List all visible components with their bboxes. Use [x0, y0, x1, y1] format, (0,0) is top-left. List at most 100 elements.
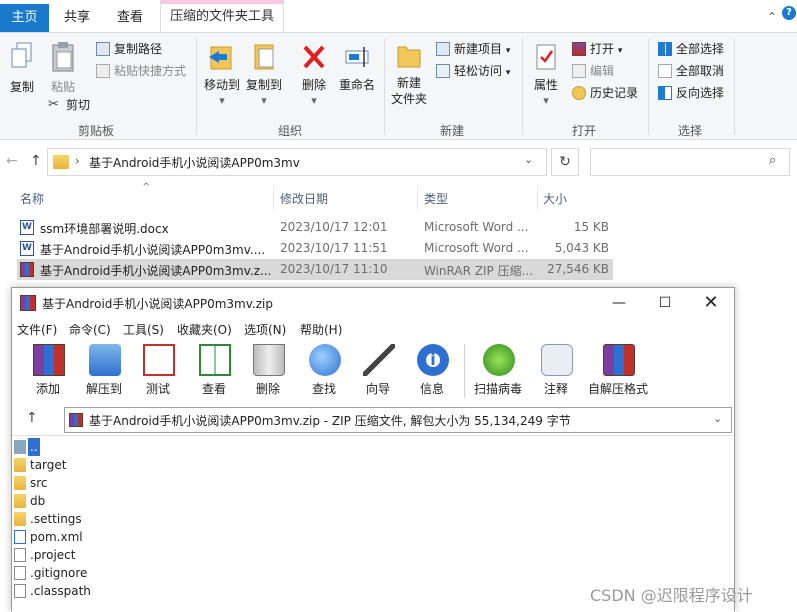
copy-path-button[interactable]: 复制路径 [94, 39, 162, 59]
delete-archive-button[interactable]: 删除 [242, 340, 294, 402]
comment-icon [541, 344, 573, 376]
new-item-button[interactable]: 新建项目 ▾ [434, 39, 510, 59]
menu-favorites[interactable]: 收藏夹(O) [177, 321, 232, 338]
rename-icon [345, 47, 369, 67]
history-button[interactable]: 历史记录 [570, 83, 638, 103]
winrar-path-text: 基于Android手机小说阅读APP0m3mv.zip - ZIP 压缩文件, … [89, 414, 571, 428]
new-folder-button[interactable]: 新建 文件夹 [388, 41, 430, 107]
wizard-wand-icon [363, 344, 395, 376]
sfx-button[interactable]: 自解压格式 [588, 340, 648, 402]
clipboard-group-label: 剪贴板 [77, 124, 114, 138]
winrar-menu-bar: 文件(F) 命令(C) 工具(S) 收藏夹(O) 选项(N) 帮助(H) [12, 318, 734, 340]
file-type: Microsoft Word ... [424, 220, 529, 234]
tab-compressed-folder-tools[interactable]: 压缩的文件夹工具 [160, 0, 284, 32]
properties-label: 属性 [533, 78, 558, 92]
minimize-button[interactable]: — [596, 288, 642, 318]
column-modified[interactable]: 修改日期 [280, 190, 328, 207]
maximize-button[interactable]: ☐ [642, 288, 688, 318]
copy-path-icon [96, 42, 110, 56]
breadcrumb-chevron-icon: › [75, 154, 80, 168]
paste-shortcut-label: 粘贴快捷方式 [114, 64, 187, 78]
ribbon-separator [522, 39, 523, 135]
copy-to-label: 复制到 [245, 78, 282, 92]
close-button[interactable]: ✕ [688, 288, 734, 318]
column-size[interactable]: 大小 [543, 190, 567, 207]
properties-button[interactable]: 属性 ▾ [528, 41, 564, 109]
menu-options[interactable]: 选项(N) [244, 321, 286, 338]
address-dropdown-icon[interactable]: ⌄ [524, 153, 533, 166]
tab-view[interactable]: 查看 [106, 4, 154, 32]
trash-icon [253, 344, 285, 376]
parent-folder-icon [14, 440, 26, 454]
new-folder-icon [397, 46, 421, 68]
copy-to-button[interactable]: 复制到 ▾ [244, 41, 284, 109]
paste-shortcut-icon [96, 64, 110, 78]
paste-button[interactable]: 粘贴 [44, 41, 82, 95]
refresh-icon[interactable]: ↻ [551, 148, 579, 176]
column-divider [417, 186, 418, 210]
select-none-icon [658, 64, 672, 78]
file-size: 5,043 KB [554, 241, 609, 255]
magnifier-icon [309, 344, 341, 376]
up-arrow-icon[interactable]: ↑ [30, 153, 42, 169]
select-none-button[interactable]: 全部取消 [656, 61, 724, 81]
file-date: 2023/10/17 11:51 [280, 241, 388, 255]
entry-name: target [30, 458, 67, 472]
file-size: 15 KB [573, 220, 609, 234]
rename-button[interactable]: 重命名 [336, 41, 378, 93]
address-bar[interactable]: › 基于Android手机小说阅读APP0m3mv ⌄ [47, 148, 547, 176]
menu-commands[interactable]: 命令(C) [69, 321, 111, 338]
help-icon[interactable]: ? [782, 6, 796, 20]
edit-button[interactable]: 编辑 [570, 61, 614, 81]
delete-button[interactable]: 删除 ▾ [296, 41, 332, 109]
file-row[interactable]: W ssm环境部署说明.docx 2023/10/17 12:01 Micros… [17, 217, 613, 238]
file-row-selected[interactable]: 基于Android手机小说阅读APP0m3mv.z... 2023/10/17 … [17, 259, 613, 280]
tab-share[interactable]: 共享 [53, 4, 101, 32]
up-arrow-icon[interactable]: ↑ [26, 410, 38, 426]
edit-label: 编辑 [590, 64, 615, 78]
virus-scan-button[interactable]: 扫描病毒 [472, 340, 524, 402]
chevron-up-icon[interactable]: ⌃ [767, 10, 777, 24]
file-name: ssm环境部署说明.docx [40, 222, 169, 236]
entry-name: .settings [30, 512, 82, 526]
column-type[interactable]: 类型 [424, 190, 448, 207]
test-button[interactable]: 测试 [132, 340, 184, 402]
chevron-down-icon[interactable]: ⌄ [713, 412, 722, 425]
file-name: 基于Android手机小说阅读APP0m3mv.z... [40, 264, 270, 278]
file-icon [14, 548, 26, 562]
menu-help[interactable]: 帮助(H) [300, 321, 342, 338]
chevron-down-icon: ▾ [543, 94, 549, 107]
folder-icon [53, 155, 69, 169]
menu-tools[interactable]: 工具(S) [123, 321, 164, 338]
copy-button[interactable]: 复制 [4, 41, 40, 95]
file-date: 2023/10/17 12:01 [280, 220, 388, 234]
word-icon: W [20, 241, 34, 256]
file-name: 基于Android手机小说阅读APP0m3mv.... [40, 243, 266, 257]
tab-home[interactable]: 主页 [0, 4, 49, 32]
entry-name: pom.xml [30, 530, 83, 544]
winrar-toolbar: 添加 解压到 测试 查看 删除 查找 向导 i 信息 扫描病毒 注释 自解压格式 [12, 340, 734, 404]
winrar-path-field[interactable]: 基于Android手机小说阅读APP0m3mv.zip - ZIP 压缩文件, … [64, 407, 732, 433]
invert-selection-label: 反向选择 [676, 86, 725, 100]
ribbon-separator [196, 39, 197, 135]
menu-file[interactable]: 文件(F) [17, 321, 57, 338]
add-button[interactable]: 添加 [22, 340, 74, 402]
select-all-button[interactable]: 全部选择 [656, 39, 724, 59]
file-row[interactable]: W 基于Android手机小说阅读APP0m3mv.... 2023/10/17… [17, 238, 613, 259]
file-type: Microsoft Word ... [424, 241, 529, 255]
move-to-button[interactable]: 移动到 ▾ [202, 41, 242, 109]
invert-selection-button[interactable]: 反向选择 [656, 83, 724, 103]
paste-shortcut-button[interactable]: 粘贴快捷方式 [94, 61, 186, 81]
search-input[interactable]: ⌕ [590, 148, 790, 176]
cut-button[interactable]: ✂ 剪切 [46, 95, 90, 115]
comment-button[interactable]: 注释 [530, 340, 582, 402]
column-name[interactable]: 名称 [20, 190, 44, 207]
back-arrow-icon[interactable]: ← [6, 153, 18, 169]
open-button[interactable]: 打开 ▾ [570, 39, 622, 59]
easy-access-button[interactable]: 轻松访问 ▾ [434, 61, 510, 81]
info-button[interactable]: i 信息 [406, 340, 458, 402]
paste-icon [52, 42, 74, 72]
winrar-window: 基于Android手机小说阅读APP0m3mv.zip — ☐ ✕ 文件(F) … [11, 287, 735, 612]
ribbon: 复制 粘贴 复制路径 粘贴快捷方式 ✂ 剪切 剪贴板 移动到 ▾ 复制到 ▾ 删… [0, 32, 797, 140]
winrar-icon [20, 295, 36, 311]
